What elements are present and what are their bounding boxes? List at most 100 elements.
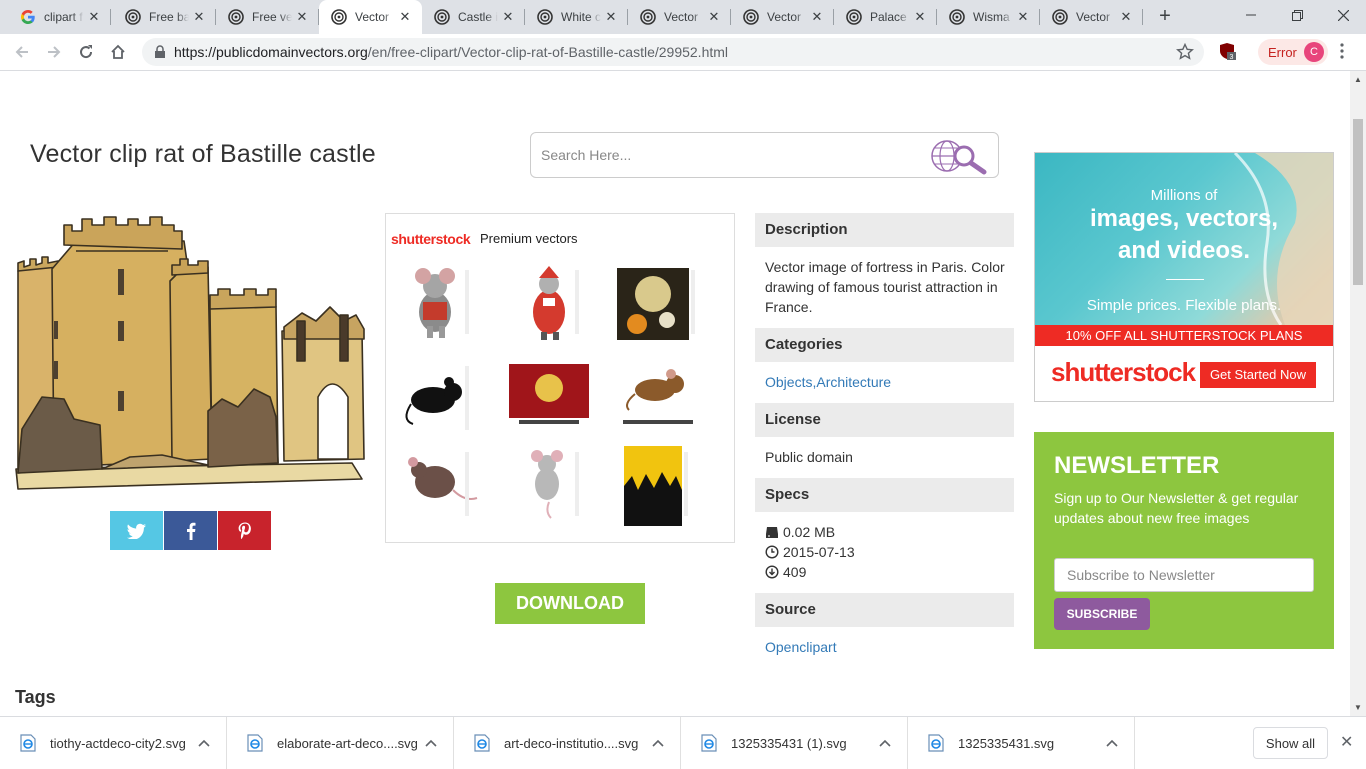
newsletter-email-input[interactable] (1054, 558, 1314, 592)
close-icon (1337, 9, 1349, 21)
chevron-up-icon[interactable] (425, 736, 437, 750)
tab-close-icon[interactable]: ✕ (1016, 10, 1030, 24)
show-all-downloads-button[interactable]: Show all (1253, 727, 1328, 759)
browser-tab[interactable]: Vector ✕ (628, 0, 731, 34)
arrow-right-icon (48, 46, 61, 58)
license-text: Public domain (765, 449, 853, 465)
chevron-up-icon[interactable] (1106, 736, 1118, 750)
browser-tab[interactable]: Vector ✕ (319, 0, 422, 34)
download-item[interactable]: 1325335431 (1).svg (681, 717, 908, 769)
share-facebook-button[interactable] (164, 511, 217, 550)
browser-tab[interactable]: Wisma ✕ (937, 0, 1040, 34)
spec-downloads: 409 (765, 562, 1005, 582)
spec-downloads-value: 409 (783, 564, 807, 580)
newsletter-description: Sign up to Our Newsletter & get regular … (1054, 490, 1299, 526)
browser-toolbar: https://publicdomainvectors.org/en/free-… (0, 34, 1366, 71)
tab-close-icon[interactable]: ✕ (604, 10, 618, 24)
shutterstock-ad[interactable]: Millions of images, vectors, and videos.… (1034, 152, 1334, 402)
facebook-icon (186, 522, 195, 540)
browser-tab[interactable]: White c ✕ (525, 0, 628, 34)
browser-tab[interactable]: Vector ✕ (731, 0, 834, 34)
ad-line-4: Simple prices. Flexible plans. (1086, 297, 1282, 314)
restore-button[interactable] (1274, 0, 1320, 30)
download-item[interactable]: art-deco-institutio....svg (454, 717, 681, 769)
page-scrollbar[interactable]: ▲ ▼ (1350, 71, 1366, 716)
search-box (530, 132, 999, 178)
premium-thumb-5[interactable] (509, 360, 589, 440)
search-input[interactable] (541, 143, 921, 167)
more-menu-icon[interactable] (1340, 43, 1344, 59)
download-item[interactable]: 1325335431.svg (908, 717, 1135, 769)
pdv-icon (537, 9, 553, 25)
error-label: Error (1268, 44, 1297, 60)
premium-thumb-2[interactable] (509, 264, 589, 344)
tab-close-icon[interactable]: ✕ (501, 10, 515, 24)
tab-separator (110, 9, 111, 25)
close-window-button[interactable] (1320, 0, 1366, 30)
description-heading: Description (755, 213, 1014, 247)
chevron-up-icon[interactable] (652, 736, 664, 750)
download-item[interactable]: tiothy-actdeco-city2.svg (0, 717, 227, 769)
scroll-up-arrow-icon[interactable]: ▲ (1354, 75, 1362, 84)
extension-ublock-icon[interactable]: 3 (1218, 42, 1236, 61)
spec-size: 0.02 MB (765, 522, 1005, 542)
twitter-icon (126, 523, 146, 539)
tab-close-icon[interactable]: ✕ (295, 10, 309, 24)
download-filename: elaborate-art-deco....svg (277, 735, 418, 751)
premium-thumb-3[interactable] (617, 264, 697, 344)
shutterstock-premium-box[interactable]: shutterstock Premium vectors (385, 213, 735, 543)
ad-get-started-button[interactable]: Get Started Now (1200, 362, 1316, 388)
bookmark-star-icon[interactable] (1176, 43, 1194, 61)
description-text: Vector image of fortress in Paris. Color… (765, 259, 1005, 315)
tab-close-icon[interactable]: ✕ (707, 10, 721, 24)
search-globe-icon[interactable] (930, 137, 988, 175)
premium-thumb-6[interactable] (617, 360, 697, 440)
browser-tab[interactable]: Free ve ✕ (216, 0, 319, 34)
chevron-up-icon[interactable] (198, 736, 210, 750)
tab-close-icon[interactable]: ✕ (87, 10, 101, 24)
premium-thumb-7[interactable] (399, 446, 479, 526)
home-button[interactable] (106, 40, 130, 64)
browser-tab[interactable]: Free ba ✕ (113, 0, 216, 34)
ad-line-3: and videos. (1117, 237, 1251, 264)
download-button[interactable]: DOWNLOAD (495, 583, 645, 624)
source-link[interactable]: Openclipart (765, 637, 1005, 657)
extension-badge: 3 (1230, 54, 1234, 60)
forward-button[interactable] (42, 40, 66, 64)
share-twitter-button[interactable] (110, 511, 163, 550)
tab-title: Vector (1076, 10, 1111, 24)
tab-close-icon[interactable]: ✕ (810, 10, 824, 24)
address-bar[interactable]: https://publicdomainvectors.org/en/free-… (142, 38, 1204, 66)
scroll-down-arrow-icon[interactable]: ▼ (1354, 703, 1362, 712)
share-pinterest-button[interactable] (218, 511, 271, 550)
pdv-icon (125, 9, 141, 25)
profile-error-button[interactable]: Error C (1258, 39, 1328, 65)
back-button[interactable] (10, 40, 34, 64)
download-item[interactable]: elaborate-art-deco....svg (227, 717, 454, 769)
tab-strip: clipart f ✕ Free ba ✕ Free ve ✕ Vector ✕ Castle … (0, 0, 1366, 34)
premium-thumb-1[interactable] (399, 264, 479, 344)
bastille-castle-image[interactable] (12, 211, 368, 493)
chevron-up-icon[interactable] (879, 736, 891, 750)
subscribe-button[interactable]: SUBSCRIBE (1054, 598, 1150, 630)
tab-close-icon[interactable]: ✕ (913, 10, 927, 24)
browser-tab[interactable]: Palace ✕ (834, 0, 937, 34)
close-downloads-bar-icon[interactable]: ✕ (1340, 732, 1353, 752)
tab-close-icon[interactable]: ✕ (1119, 10, 1133, 24)
pdv-icon (743, 9, 759, 25)
new-tab-button[interactable]: + (1155, 6, 1175, 26)
reload-button[interactable] (74, 40, 98, 64)
premium-thumb-8[interactable] (509, 446, 589, 526)
premium-thumb-9[interactable] (624, 446, 704, 526)
source-heading: Source (755, 593, 1014, 627)
browser-tab[interactable]: Castle i ✕ (422, 0, 525, 34)
tab-close-icon[interactable]: ✕ (398, 10, 412, 24)
minimize-button[interactable] (1228, 0, 1274, 30)
browser-tab[interactable]: Vector ✕ (1040, 0, 1143, 34)
premium-thumb-4[interactable] (399, 360, 479, 440)
categories-link[interactable]: Objects,Architecture (765, 372, 1005, 392)
downloads-bar: tiothy-actdeco-city2.svg elaborate-art-de… (0, 716, 1366, 769)
tab-close-icon[interactable]: ✕ (192, 10, 206, 24)
browser-tab[interactable]: clipart f ✕ (8, 0, 111, 34)
scrollbar-thumb[interactable] (1353, 119, 1363, 285)
